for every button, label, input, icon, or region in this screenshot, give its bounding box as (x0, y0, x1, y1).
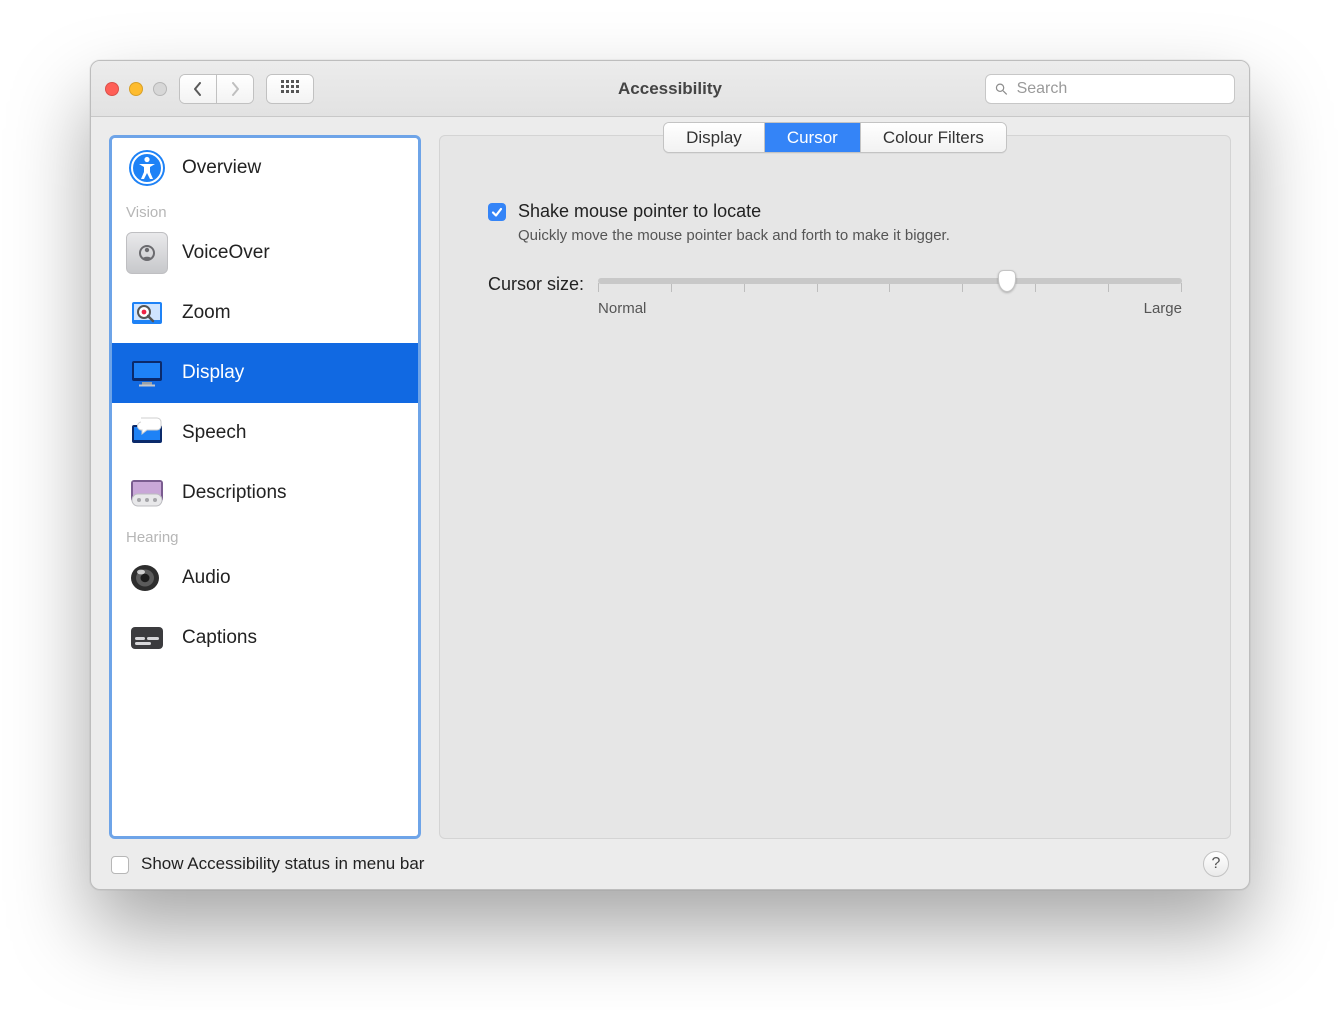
shake-pointer-row: Shake mouse pointer to locate Quickly mo… (488, 201, 1182, 246)
window-controls (105, 82, 167, 96)
footer: Show Accessibility status in menu bar ? (91, 839, 1249, 889)
close-window-button[interactable] (105, 82, 119, 96)
search-icon (994, 81, 1009, 97)
sidebar-item-audio[interactable]: Audio (112, 548, 418, 608)
sidebar-label-zoom: Zoom (182, 302, 231, 324)
audio-icon (126, 557, 168, 599)
sidebar-label-captions: Captions (182, 627, 257, 649)
menu-bar-status-label: Show Accessibility status in menu bar (141, 854, 424, 874)
accessibility-icon (126, 147, 168, 189)
minimize-window-button[interactable] (129, 82, 143, 96)
sidebar-item-captions[interactable]: Captions (112, 608, 418, 668)
zoom-icon (126, 292, 168, 334)
captions-icon (126, 617, 168, 659)
display-icon (126, 352, 168, 394)
sidebar-label-descriptions: Descriptions (182, 482, 287, 504)
sidebar-label-speech: Speech (182, 422, 246, 444)
preferences-window: Accessibility (90, 60, 1250, 890)
cursor-size-row: Cursor size: Normal Large (488, 274, 1182, 317)
shake-pointer-checkbox[interactable] (488, 203, 506, 221)
sidebar-label-audio: Audio (182, 567, 231, 589)
descriptions-icon (126, 472, 168, 514)
back-button[interactable] (180, 75, 216, 103)
voiceover-icon (126, 232, 168, 274)
sidebar: Overview Vision VoiceOver (109, 135, 421, 839)
shake-pointer-label: Shake mouse pointer to locate (518, 201, 950, 222)
speech-icon (126, 412, 168, 454)
shake-pointer-description: Quickly move the mouse pointer back and … (518, 226, 950, 246)
tab-display[interactable]: Display (664, 123, 764, 152)
slider-max-label: Large (1144, 300, 1182, 317)
sidebar-item-overview[interactable]: Overview (112, 138, 418, 198)
tab-bar: Display Cursor Colour Filters (663, 122, 1007, 153)
sidebar-item-voiceover[interactable]: VoiceOver (112, 223, 418, 283)
sidebar-label-voiceover: VoiceOver (182, 242, 270, 264)
sidebar-section-hearing: Hearing (112, 523, 418, 548)
cursor-size-slider[interactable] (598, 278, 1182, 284)
sidebar-label-overview: Overview (182, 157, 261, 179)
cursor-size-label: Cursor size: (488, 274, 584, 295)
sidebar-item-speech[interactable]: Speech (112, 403, 418, 463)
grid-icon (281, 80, 299, 98)
content-area: Display Cursor Colour Filters Shake mous… (439, 135, 1231, 839)
help-button[interactable]: ? (1203, 851, 1229, 877)
show-all-button[interactable] (266, 74, 314, 104)
nav-back-forward (179, 74, 254, 104)
search-input[interactable] (1015, 79, 1226, 99)
tab-colour-filters[interactable]: Colour Filters (860, 123, 1006, 152)
titlebar: Accessibility (91, 61, 1249, 117)
sidebar-item-descriptions[interactable]: Descriptions (112, 463, 418, 523)
menu-bar-status-checkbox[interactable] (111, 856, 129, 874)
sidebar-section-vision: Vision (112, 198, 418, 223)
tab-cursor[interactable]: Cursor (764, 123, 860, 152)
forward-button[interactable] (216, 75, 253, 103)
sidebar-label-display: Display (182, 362, 244, 384)
sidebar-item-zoom[interactable]: Zoom (112, 283, 418, 343)
slider-min-label: Normal (598, 300, 646, 317)
slider-ticks (598, 283, 1182, 292)
settings-panel: Display Cursor Colour Filters Shake mous… (439, 135, 1231, 839)
zoom-window-button[interactable] (153, 82, 167, 96)
sidebar-item-display[interactable]: Display (112, 343, 418, 403)
search-field[interactable] (985, 74, 1235, 104)
